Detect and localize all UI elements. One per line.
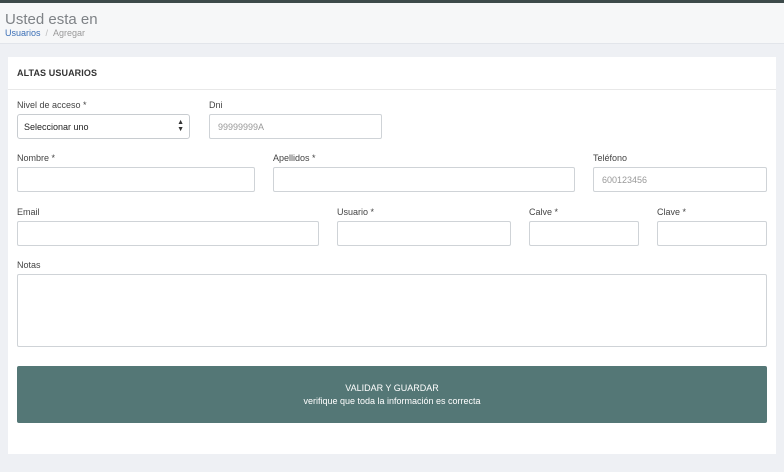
breadcrumb-separator: / bbox=[45, 28, 49, 38]
nivel-acceso-select[interactable]: Seleccionar uno ▲ ▼ bbox=[17, 114, 190, 139]
dni-label: Dni bbox=[209, 100, 223, 110]
calve-label: Calve * bbox=[529, 207, 559, 217]
breadcrumb-current: Agregar bbox=[53, 28, 86, 38]
apellidos-label: Apellidos * bbox=[273, 153, 316, 163]
nivel-acceso-label: Nivel de acceso * bbox=[17, 100, 87, 110]
breadcrumb: Usuarios / Agregar bbox=[5, 28, 85, 38]
panel-heading: ALTAS USUARIOS bbox=[8, 57, 776, 90]
nivel-acceso-selected: Seleccionar uno bbox=[24, 122, 89, 132]
usuario-label: Usuario * bbox=[337, 207, 375, 217]
apellidos-input[interactable] bbox=[273, 167, 575, 192]
page-title: Usted esta en bbox=[5, 11, 98, 28]
notas-textarea[interactable] bbox=[17, 274, 767, 347]
breadcrumb-link-usuarios[interactable]: Usuarios bbox=[5, 28, 41, 38]
nombre-label: Nombre * bbox=[17, 153, 56, 163]
usuario-input[interactable] bbox=[337, 221, 511, 246]
clave-label: Clave * bbox=[657, 207, 687, 217]
form-panel: ALTAS USUARIOS Nivel de acceso * Selecci… bbox=[8, 57, 776, 454]
page-header: Usted esta en Usuarios / Agregar bbox=[0, 3, 784, 44]
notas-label: Notas bbox=[17, 260, 41, 270]
nombre-input[interactable] bbox=[17, 167, 255, 192]
email-input[interactable] bbox=[17, 221, 319, 246]
clave-input[interactable] bbox=[657, 221, 767, 246]
select-arrows-icon: ▲ ▼ bbox=[177, 119, 184, 133]
email-label: Email bbox=[17, 207, 40, 217]
calve-input[interactable] bbox=[529, 221, 639, 246]
submit-sublabel: verifique que toda la información es cor… bbox=[303, 396, 481, 406]
dni-input[interactable] bbox=[209, 114, 382, 139]
telefono-input[interactable] bbox=[593, 167, 767, 192]
telefono-label: Teléfono bbox=[593, 153, 628, 163]
validar-guardar-button[interactable]: VALIDAR Y GUARDAR verifique que toda la … bbox=[17, 366, 767, 423]
panel-title: ALTAS USUARIOS bbox=[17, 68, 98, 78]
submit-label: VALIDAR Y GUARDAR bbox=[345, 383, 439, 393]
